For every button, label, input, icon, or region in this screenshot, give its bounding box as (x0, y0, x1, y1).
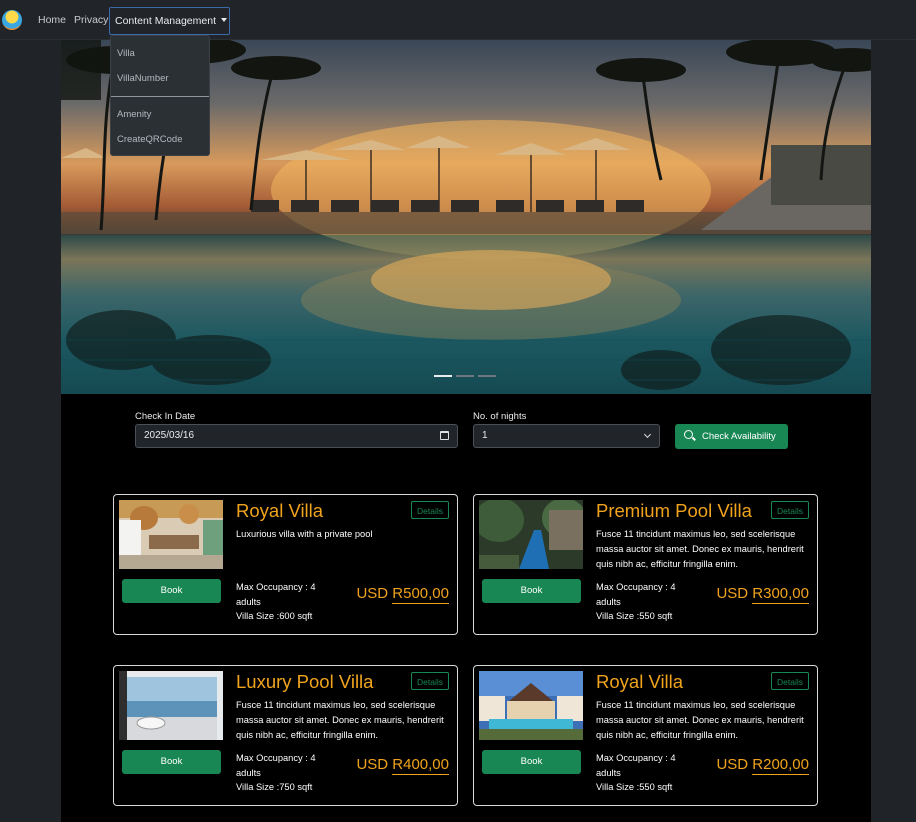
nights-value: 1 (482, 430, 488, 441)
price-value: R300,00 (752, 585, 809, 604)
carousel-indicator-2[interactable] (456, 375, 474, 377)
carousel-indicator-3[interactable] (478, 375, 496, 377)
check-availability-label: Check Availability (702, 431, 776, 442)
nav-home[interactable]: Home (38, 14, 66, 26)
details-button[interactable]: Details (411, 672, 449, 690)
price-value: R200,00 (752, 756, 809, 775)
price-currency: USD (716, 756, 749, 773)
calendar-icon[interactable] (440, 431, 449, 440)
navbar: Home Privacy Content Management (0, 0, 916, 40)
price-value: R500,00 (392, 585, 449, 604)
nav-content-management[interactable]: Content Management (109, 7, 230, 35)
villa-name: Luxury Pool Villa (236, 671, 374, 692)
price-value: R400,00 (392, 756, 449, 775)
nights-select[interactable]: 1 (473, 424, 660, 448)
book-button[interactable]: Book (122, 579, 221, 603)
price-currency: USD (716, 585, 749, 602)
villa-occupancy: Max Occupancy : 4 adults (596, 753, 676, 778)
villa-description: Fusce 11 tincidunt maximus leo, sed scel… (596, 700, 804, 740)
villa-image (119, 500, 223, 569)
villa-name: Royal Villa (596, 671, 684, 692)
price-currency: USD (356, 585, 389, 602)
main-container: Check In Date 2025/03/16 No. of nights 1… (61, 40, 871, 822)
villa-description: Luxurious villa with a private pool (236, 529, 373, 539)
villa-size: Villa Size :750 sqft (236, 782, 313, 792)
villa-card: Luxury Pool Villa Details Fusce 11 tinci… (113, 665, 458, 806)
brand-logo[interactable] (2, 10, 22, 30)
villa-occupancy: Max Occupancy : 4 adults (596, 582, 676, 607)
villa-price: USD R200,00 (716, 756, 809, 775)
details-button[interactable]: Details (771, 672, 809, 690)
villa-size: Villa Size :600 sqft (236, 611, 313, 621)
menu-divider (111, 96, 209, 97)
content-management-menu: Villa VillaNumber Amenity CreateQRCode (110, 35, 210, 156)
villa-card: Royal Villa Details Fusce 11 tincidunt m… (473, 665, 818, 806)
search-icon (684, 430, 693, 439)
villa-size: Villa Size :550 sqft (596, 782, 673, 792)
book-button[interactable]: Book (482, 750, 581, 774)
check-availability-button[interactable]: Check Availability (675, 424, 788, 449)
villa-description: Fusce 11 tincidunt maximus leo, sed scel… (596, 529, 804, 569)
villa-price: USD R300,00 (716, 585, 809, 604)
villa-size: Villa Size :550 sqft (596, 611, 673, 621)
villa-description: Fusce 11 tincidunt maximus leo, sed scel… (236, 700, 444, 740)
details-button[interactable]: Details (411, 501, 449, 519)
checkin-date-input[interactable]: 2025/03/16 (135, 424, 458, 448)
nights-label: No. of nights (473, 411, 527, 422)
villa-price: USD R400,00 (356, 756, 449, 775)
villa-image (119, 671, 223, 740)
price-currency: USD (356, 756, 389, 773)
menu-item-villanumber[interactable]: VillaNumber (117, 73, 169, 84)
menu-item-villa[interactable]: Villa (117, 48, 135, 59)
menu-item-createqrcode[interactable]: CreateQRCode (117, 134, 182, 145)
villa-occupancy: Max Occupancy : 4 adults (236, 582, 316, 607)
nav-privacy[interactable]: Privacy (74, 14, 108, 26)
chevron-down-icon (643, 430, 652, 439)
villa-price: USD R500,00 (356, 585, 449, 604)
villa-occupancy: Max Occupancy : 4 adults (236, 753, 316, 778)
villa-card: Premium Pool Villa Details Fusce 11 tinc… (473, 494, 818, 635)
villa-image (479, 500, 583, 569)
nav-content-management-label: Content Management (115, 15, 216, 27)
checkin-label: Check In Date (135, 411, 196, 422)
villa-name: Royal Villa (236, 500, 324, 521)
book-button[interactable]: Book (122, 750, 221, 774)
carousel-indicator-1[interactable] (434, 375, 452, 377)
caret-down-icon (220, 18, 227, 22)
book-button[interactable]: Book (482, 579, 581, 603)
menu-item-amenity[interactable]: Amenity (117, 109, 151, 120)
details-button[interactable]: Details (771, 501, 809, 519)
villa-card: Royal Villa Details Luxurious villa with… (113, 494, 458, 635)
villa-name: Premium Pool Villa (596, 500, 752, 521)
checkin-date-value: 2025/03/16 (144, 430, 195, 441)
villa-image (479, 671, 583, 740)
